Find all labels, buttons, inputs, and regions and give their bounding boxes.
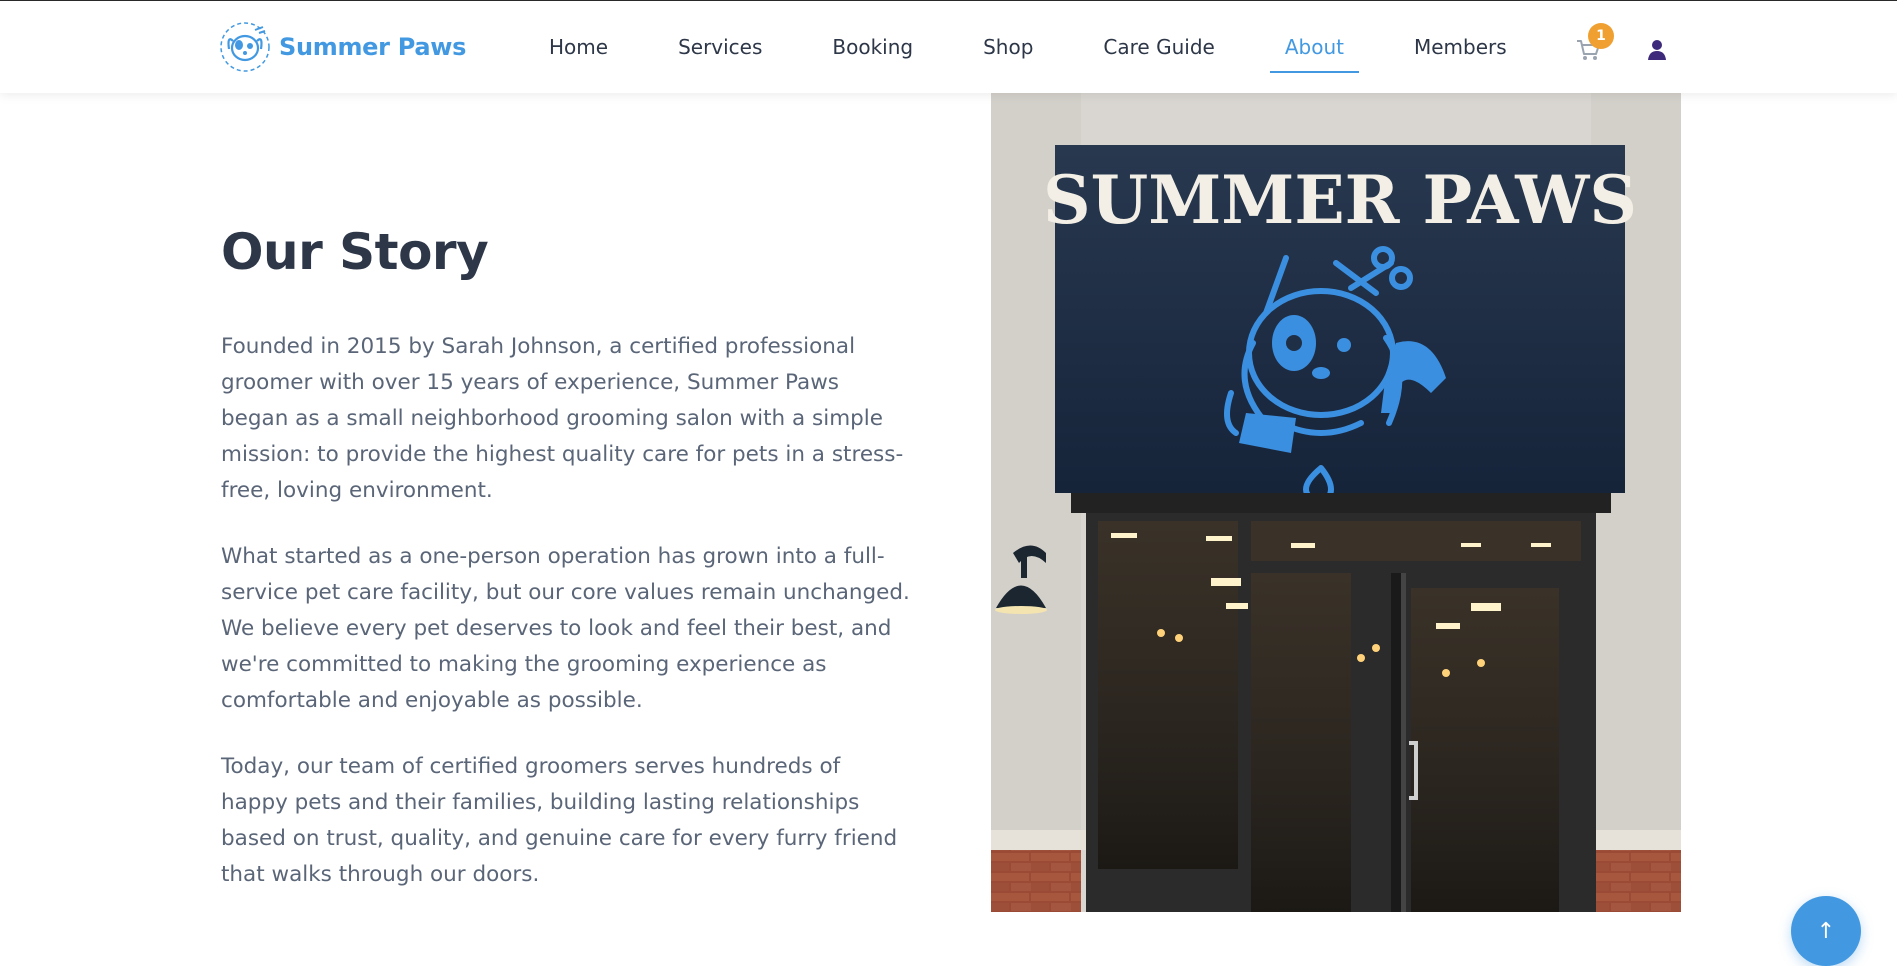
sign-text: SUMMER PAWS xyxy=(1043,161,1637,239)
user-icon[interactable] xyxy=(1645,37,1669,61)
brand-name: Summer Paws xyxy=(279,33,467,61)
site-header: Summer Paws Home Services Booking Shop C… xyxy=(0,1,1897,93)
nav-shop[interactable]: Shop xyxy=(983,1,1033,93)
storefront-image: SUMMER PAWS xyxy=(991,93,1681,912)
about-main: Our Story Founded in 2015 by Sarah Johns… xyxy=(0,93,1897,966)
our-story-section: Our Story Founded in 2015 by Sarah Johns… xyxy=(221,223,921,923)
page-title: Our Story xyxy=(221,223,489,281)
main-nav: Home Services Booking Shop Care Guide Ab… xyxy=(520,1,1507,93)
nav-members[interactable]: Members xyxy=(1414,1,1507,93)
nav-booking[interactable]: Booking xyxy=(832,1,913,93)
cart-count-badge: 1 xyxy=(1588,23,1614,49)
dog-grooming-logo-icon xyxy=(220,22,270,72)
brand-logo[interactable]: Summer Paws xyxy=(219,21,466,73)
nav-home[interactable]: Home xyxy=(549,1,608,93)
story-paragraph: Founded in 2015 by Sarah Johnson, a cert… xyxy=(221,334,904,503)
nav-care-guide[interactable]: Care Guide xyxy=(1103,1,1214,93)
story-paragraph: What started as a one-person operation h… xyxy=(221,544,910,713)
story-paragraph: Today, our team of certified groomers se… xyxy=(221,754,898,887)
storefront-illustration: SUMMER PAWS xyxy=(991,93,1681,912)
nav-about[interactable]: About xyxy=(1269,1,1360,93)
nav-services[interactable]: Services xyxy=(678,1,762,93)
scroll-to-top-button[interactable]: ↑ xyxy=(1791,896,1861,966)
